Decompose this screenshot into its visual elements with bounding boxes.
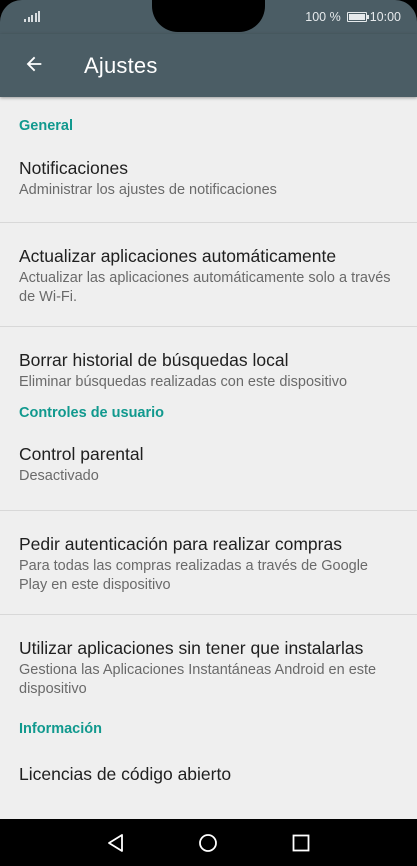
nav-back-button[interactable] bbox=[104, 831, 128, 855]
setting-title: Licencias de código abierto bbox=[19, 764, 232, 784]
setting-title: Borrar historial de búsquedas local bbox=[19, 350, 289, 370]
setting-title: Pedir autenticación para realizar compra… bbox=[19, 534, 342, 554]
setting-title: Actualizar aplicaciones automáticamente bbox=[19, 246, 337, 266]
section-header-general: General bbox=[19, 118, 73, 134]
arrow-back-icon bbox=[26, 56, 42, 72]
nav-home-icon bbox=[199, 834, 217, 852]
setting-subtitle: Administrar los ajustes de notificacione… bbox=[19, 182, 277, 198]
status-bar: 100 % 10:00 bbox=[0, 0, 417, 34]
battery-percent: 100 % bbox=[305, 10, 341, 24]
setting-auto-update[interactable]: Actualizar aplicaciones automáticamente … bbox=[0, 223, 417, 327]
setting-purchase-auth[interactable]: Pedir autenticación para realizar compra… bbox=[0, 511, 417, 615]
settings-list[interactable]: General Notificaciones Administrar los a… bbox=[0, 97, 417, 819]
setting-subtitle: Para todas las compras realizadas a trav… bbox=[19, 558, 368, 593]
setting-instant-apps[interactable]: Utilizar aplicaciones sin tener que inst… bbox=[0, 615, 417, 705]
section-header-user-controls: Controles de usuario bbox=[19, 405, 165, 421]
status-right: 100 % 10:00 bbox=[305, 9, 401, 25]
clock: 10:00 bbox=[369, 10, 401, 24]
setting-subtitle: Desactivado bbox=[19, 468, 99, 484]
camera-notch bbox=[152, 0, 265, 32]
setting-notifications[interactable]: Notificaciones Administrar los ajustes d… bbox=[0, 135, 417, 223]
page-title: Ajustes bbox=[84, 53, 158, 78]
phone-screen: 100 % 10:00 Ajustes General Notificacion… bbox=[0, 0, 417, 866]
section-header-information: Información bbox=[19, 721, 102, 737]
signal-icon bbox=[24, 10, 40, 22]
setting-title: Control parental bbox=[19, 444, 144, 464]
setting-title: Notificaciones bbox=[19, 158, 128, 178]
setting-title: Utilizar aplicaciones sin tener que inst… bbox=[19, 638, 364, 658]
nav-back-icon bbox=[108, 834, 123, 852]
setting-clear-history[interactable]: Borrar historial de búsquedas local Elim… bbox=[0, 327, 417, 395]
setting-subtitle: Eliminar búsquedas realizadas con este d… bbox=[19, 374, 348, 390]
setting-subtitle: Actualizar las aplicaciones automáticame… bbox=[19, 270, 391, 305]
setting-subtitle: Gestiona las Aplicaciones Instantáneas A… bbox=[19, 662, 377, 697]
nav-recents-button[interactable] bbox=[289, 831, 313, 855]
setting-open-source-licenses[interactable]: Licencias de código abierto bbox=[0, 741, 417, 801]
back-button[interactable] bbox=[14, 44, 54, 84]
navigation-bar bbox=[0, 819, 417, 866]
app-bar: Ajustes bbox=[0, 34, 417, 97]
nav-recents-icon bbox=[292, 834, 310, 852]
battery-icon bbox=[346, 12, 370, 22]
nav-home-button[interactable] bbox=[196, 831, 220, 855]
setting-parental-control[interactable]: Control parental Desactivado bbox=[0, 431, 417, 511]
